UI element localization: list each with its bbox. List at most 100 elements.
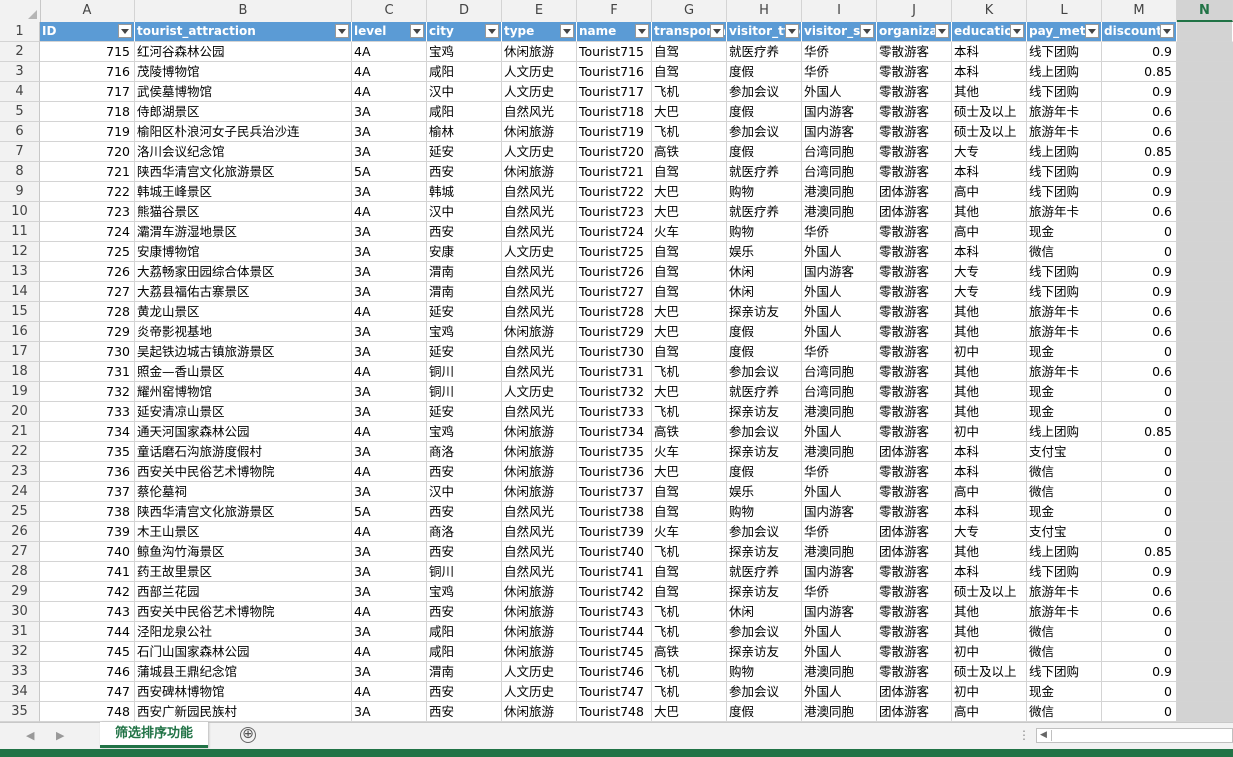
cell[interactable]: 蔡伦墓祠 <box>135 482 352 502</box>
cell[interactable]: 参加会议 <box>727 622 802 642</box>
cell[interactable]: Tourist746 <box>577 662 652 682</box>
row-number[interactable]: 24 <box>0 482 40 502</box>
cell[interactable]: 华侨 <box>802 222 877 242</box>
row-number[interactable]: 9 <box>0 182 40 202</box>
cell[interactable]: 微信 <box>1027 482 1102 502</box>
cell[interactable]: 自然风光 <box>502 302 577 322</box>
header-cell[interactable]: name <box>577 22 652 42</box>
cell[interactable]: 0 <box>1102 462 1177 482</box>
cell[interactable]: 硕士及以上 <box>952 582 1027 602</box>
cell[interactable]: 灞渭车游湿地景区 <box>135 222 352 242</box>
cell[interactable] <box>1177 402 1233 422</box>
cell[interactable]: 零散游客 <box>877 422 952 442</box>
cell[interactable]: 线上团购 <box>1027 142 1102 162</box>
cell[interactable]: 华侨 <box>802 522 877 542</box>
cell[interactable]: 3A <box>352 662 427 682</box>
row-number[interactable]: 19 <box>0 382 40 402</box>
cell[interactable]: 港澳同胞 <box>802 442 877 462</box>
row-number[interactable]: 15 <box>0 302 40 322</box>
cell[interactable]: 零散游客 <box>877 42 952 62</box>
cell[interactable]: 外国人 <box>802 642 877 662</box>
cell[interactable]: 自然风光 <box>502 102 577 122</box>
cell[interactable]: 0.9 <box>1102 182 1177 202</box>
cell[interactable]: 零散游客 <box>877 502 952 522</box>
cell[interactable]: 0.6 <box>1102 322 1177 342</box>
cell[interactable] <box>1177 362 1233 382</box>
cell[interactable]: 安康博物馆 <box>135 242 352 262</box>
cell[interactable]: 休闲旅游 <box>502 422 577 442</box>
header-cell[interactable]: level <box>352 22 427 42</box>
cell[interactable] <box>1177 142 1233 162</box>
cell[interactable]: 4A <box>352 682 427 702</box>
cell[interactable]: 榆阳区朴浪河女子民兵治沙连 <box>135 122 352 142</box>
cell[interactable]: 大荔县福佑古寨景区 <box>135 282 352 302</box>
cell[interactable]: 石门山国家森林公园 <box>135 642 352 662</box>
cell[interactable]: 旅游年卡 <box>1027 102 1102 122</box>
cell[interactable]: Tourist743 <box>577 602 652 622</box>
cell[interactable]: 度假 <box>727 142 802 162</box>
cell[interactable]: 自驾 <box>652 242 727 262</box>
cell[interactable]: Tourist720 <box>577 142 652 162</box>
cell[interactable]: 榆林 <box>427 122 502 142</box>
cell[interactable]: 汉中 <box>427 482 502 502</box>
cell[interactable]: 大巴 <box>652 302 727 322</box>
cell[interactable]: 大巴 <box>652 702 727 722</box>
cell[interactable]: 延安 <box>427 342 502 362</box>
cell[interactable]: 0.6 <box>1102 602 1177 622</box>
cell[interactable]: 参加会议 <box>727 122 802 142</box>
row-number[interactable]: 7 <box>0 142 40 162</box>
filter-dropdown-icon[interactable] <box>1160 24 1174 38</box>
cell[interactable]: 黄龙山景区 <box>135 302 352 322</box>
cell[interactable]: 外国人 <box>802 82 877 102</box>
cell[interactable]: 微信 <box>1027 242 1102 262</box>
cell[interactable]: 参加会议 <box>727 362 802 382</box>
cell[interactable]: 现金 <box>1027 222 1102 242</box>
filter-dropdown-icon[interactable] <box>785 24 799 38</box>
cell[interactable]: 铜川 <box>427 562 502 582</box>
cell[interactable]: 3A <box>352 342 427 362</box>
cell[interactable]: 0.6 <box>1102 102 1177 122</box>
cell[interactable]: 本科 <box>952 562 1027 582</box>
cell[interactable]: 5A <box>352 502 427 522</box>
splitter-handle-icon[interactable]: ⋮ <box>1018 728 1030 742</box>
cell[interactable]: 火车 <box>652 222 727 242</box>
cell[interactable]: 国内游客 <box>802 262 877 282</box>
cell[interactable]: 人文历史 <box>502 62 577 82</box>
cell[interactable]: 3A <box>352 562 427 582</box>
cell[interactable]: Tourist735 <box>577 442 652 462</box>
cell[interactable]: Tourist724 <box>577 222 652 242</box>
cell[interactable]: 高中 <box>952 222 1027 242</box>
cell[interactable]: 休闲旅游 <box>502 482 577 502</box>
cell[interactable]: 旅游年卡 <box>1027 122 1102 142</box>
cell[interactable]: 支付宝 <box>1027 522 1102 542</box>
cell[interactable]: 团体游客 <box>877 542 952 562</box>
cell[interactable]: 渭南 <box>427 282 502 302</box>
cell[interactable]: 旅游年卡 <box>1027 602 1102 622</box>
cell[interactable]: 华侨 <box>802 62 877 82</box>
cell[interactable]: 0 <box>1102 522 1177 542</box>
cell[interactable]: 0 <box>1102 402 1177 422</box>
cell[interactable]: 0.85 <box>1102 142 1177 162</box>
cell[interactable]: 其他 <box>952 302 1027 322</box>
cell[interactable]: 0.9 <box>1102 562 1177 582</box>
cell[interactable]: 延安 <box>427 402 502 422</box>
cell[interactable]: 飞机 <box>652 402 727 422</box>
cell[interactable]: 其他 <box>952 602 1027 622</box>
cell[interactable]: 购物 <box>727 662 802 682</box>
cell[interactable]: 733 <box>40 402 135 422</box>
column-header-e[interactable]: E <box>502 0 577 22</box>
cell[interactable]: 零散游客 <box>877 102 952 122</box>
cell[interactable]: 微信 <box>1027 642 1102 662</box>
cell[interactable]: 就医疗养 <box>727 162 802 182</box>
cell[interactable]: 台湾同胞 <box>802 162 877 182</box>
row-number[interactable]: 32 <box>0 642 40 662</box>
filter-dropdown-icon[interactable] <box>118 24 132 38</box>
cell[interactable]: 3A <box>352 182 427 202</box>
cell[interactable]: 延安清凉山景区 <box>135 402 352 422</box>
cell[interactable]: 零散游客 <box>877 342 952 362</box>
cell[interactable]: Tourist729 <box>577 322 652 342</box>
cell[interactable]: 4A <box>352 602 427 622</box>
cell[interactable]: 西安 <box>427 702 502 722</box>
cell[interactable]: 自驾 <box>652 562 727 582</box>
cell[interactable]: 自驾 <box>652 162 727 182</box>
